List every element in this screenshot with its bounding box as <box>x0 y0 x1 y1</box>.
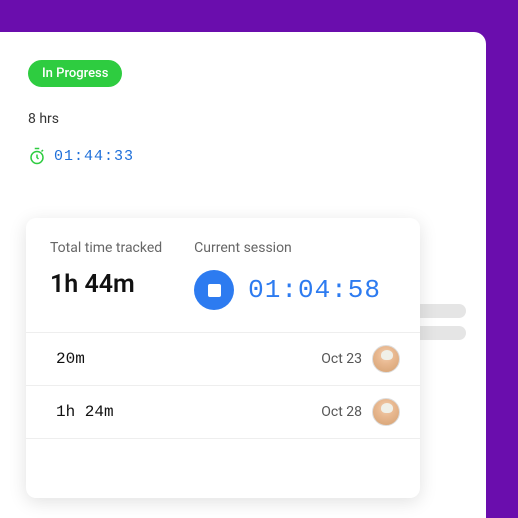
tracked-time: 01:44:33 <box>54 148 134 165</box>
popover-footer <box>26 438 420 498</box>
tracker-line: 01:44:33 <box>28 147 458 165</box>
hours-text: 8 hrs <box>28 111 458 127</box>
stopwatch-icon <box>28 147 46 165</box>
session-row[interactable]: 1h 24m Oct 28 <box>26 385 420 438</box>
avatar[interactable] <box>372 345 400 373</box>
total-time-label: Total time tracked <box>50 240 162 256</box>
current-session-col: Current session 01:04:58 <box>194 240 381 310</box>
session-duration: 1h 24m <box>56 403 114 421</box>
session-row[interactable]: 20m Oct 23 <box>26 332 420 385</box>
session-date: Oct 28 <box>321 404 362 420</box>
current-session-label: Current session <box>194 240 381 256</box>
total-time-value: 1h 44m <box>50 270 162 299</box>
stop-button[interactable] <box>194 270 234 310</box>
session-duration: 20m <box>56 350 85 368</box>
session-date: Oct 23 <box>321 351 362 367</box>
avatar[interactable] <box>372 398 400 426</box>
time-tracker-popover: Total time tracked 1h 44m Current sessio… <box>26 218 420 498</box>
status-badge: In Progress <box>28 60 122 87</box>
total-time-col: Total time tracked 1h 44m <box>50 240 162 310</box>
stop-icon <box>208 284 221 297</box>
session-time-value: 01:04:58 <box>248 275 381 305</box>
